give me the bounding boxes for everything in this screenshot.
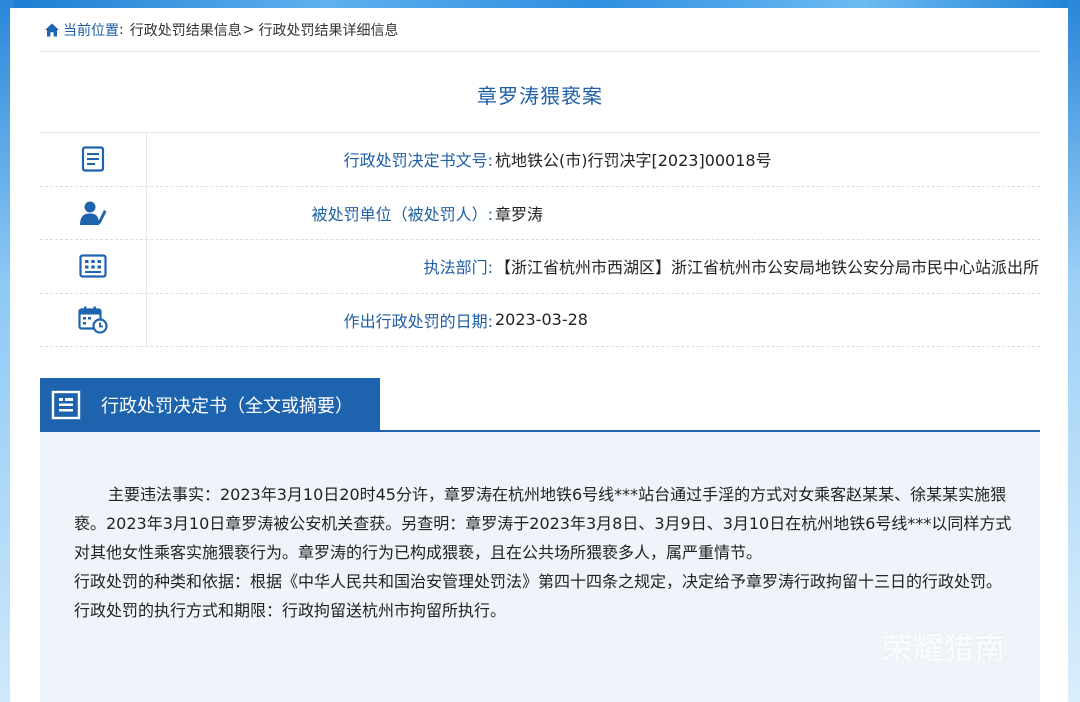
- breadcrumb-link-results[interactable]: 行政处罚结果信息: [130, 20, 242, 40]
- breadcrumb: 当前位置 : 行政处罚结果信息 > 行政处罚结果详细信息: [44, 20, 398, 40]
- content-paragraph-basis: 行政处罚的种类和依据：根据《中华人民共和国治安管理处罚法》第四十四条之规定，决定…: [74, 572, 1003, 591]
- decision-section-tab[interactable]: 行政处罚决定书（全文或摘要）: [40, 378, 380, 432]
- content-paragraph-facts: 主要违法事实：2023年3月10日20时45分许，章罗涛在杭州地铁6号线***站…: [74, 485, 1012, 562]
- content-paragraph-execution: 行政处罚的执行方式和期限：行政拘留送杭州市拘留所执行。: [74, 601, 507, 620]
- breadcrumb-divider: [40, 51, 1040, 52]
- decision-section-title: 行政处罚决定书（全文或摘要）: [101, 396, 353, 417]
- document-list-icon: [51, 390, 81, 420]
- label-penalized-party: 被处罚单位（被处罚人）:: [311, 204, 493, 224]
- label-decision-number: 行政处罚决定书文号:: [343, 151, 493, 171]
- document-icon: [81, 146, 105, 172]
- watermark-logo: 荣耀猎南: [882, 632, 1006, 667]
- building-icon: [79, 254, 107, 278]
- decision-content: 主要违法事实：2023年3月10日20时45分许，章罗涛在杭州地铁6号线***站…: [74, 480, 1022, 625]
- value-penalty-date: 2023-03-28: [495, 310, 588, 330]
- info-row-penalized-party: 被处罚单位（被处罚人）: 章罗涛: [40, 186, 1040, 240]
- value-decision-number: 杭地铁公(市)行罚决字[2023]00018号: [495, 151, 772, 171]
- person-icon: [80, 201, 107, 225]
- label-enforcement-dept: 执法部门:: [423, 258, 493, 278]
- breadcrumb-link-detail[interactable]: 行政处罚结果详细信息: [258, 20, 398, 40]
- info-row-enforcement-dept: 执法部门: 【浙江省杭州市西湖区】浙江省杭州市公安局地铁公安分局市民中心站派出所: [40, 240, 1040, 294]
- breadcrumb-colon: :: [119, 22, 124, 38]
- breadcrumb-current-label: 当前位置: [63, 23, 119, 39]
- right-border: [1068, 0, 1080, 702]
- home-icon[interactable]: [44, 22, 60, 38]
- value-enforcement-dept: 【浙江省杭州市西湖区】浙江省杭州市公安局地铁公安分局市民中心站派出所: [495, 258, 1040, 278]
- decision-section-header: 行政处罚决定书（全文或摘要）: [40, 378, 1040, 432]
- breadcrumb-separator: >: [242, 22, 255, 38]
- info-row-decision-number: 行政处罚决定书文号: 杭地铁公(市)行罚决字[2023]00018号: [40, 133, 1040, 187]
- info-row-penalty-date: 作出行政处罚的日期: 2023-03-28: [40, 293, 1040, 347]
- calendar-clock-icon: [78, 306, 108, 334]
- label-penalty-date: 作出行政处罚的日期:: [343, 311, 493, 331]
- value-penalized-party: 章罗涛: [495, 204, 544, 224]
- info-table: 行政处罚决定书文号: 杭地铁公(市)行罚决字[2023]00018号 被处罚单位…: [40, 132, 1040, 347]
- case-title: 章罗涛猥亵案: [477, 84, 603, 108]
